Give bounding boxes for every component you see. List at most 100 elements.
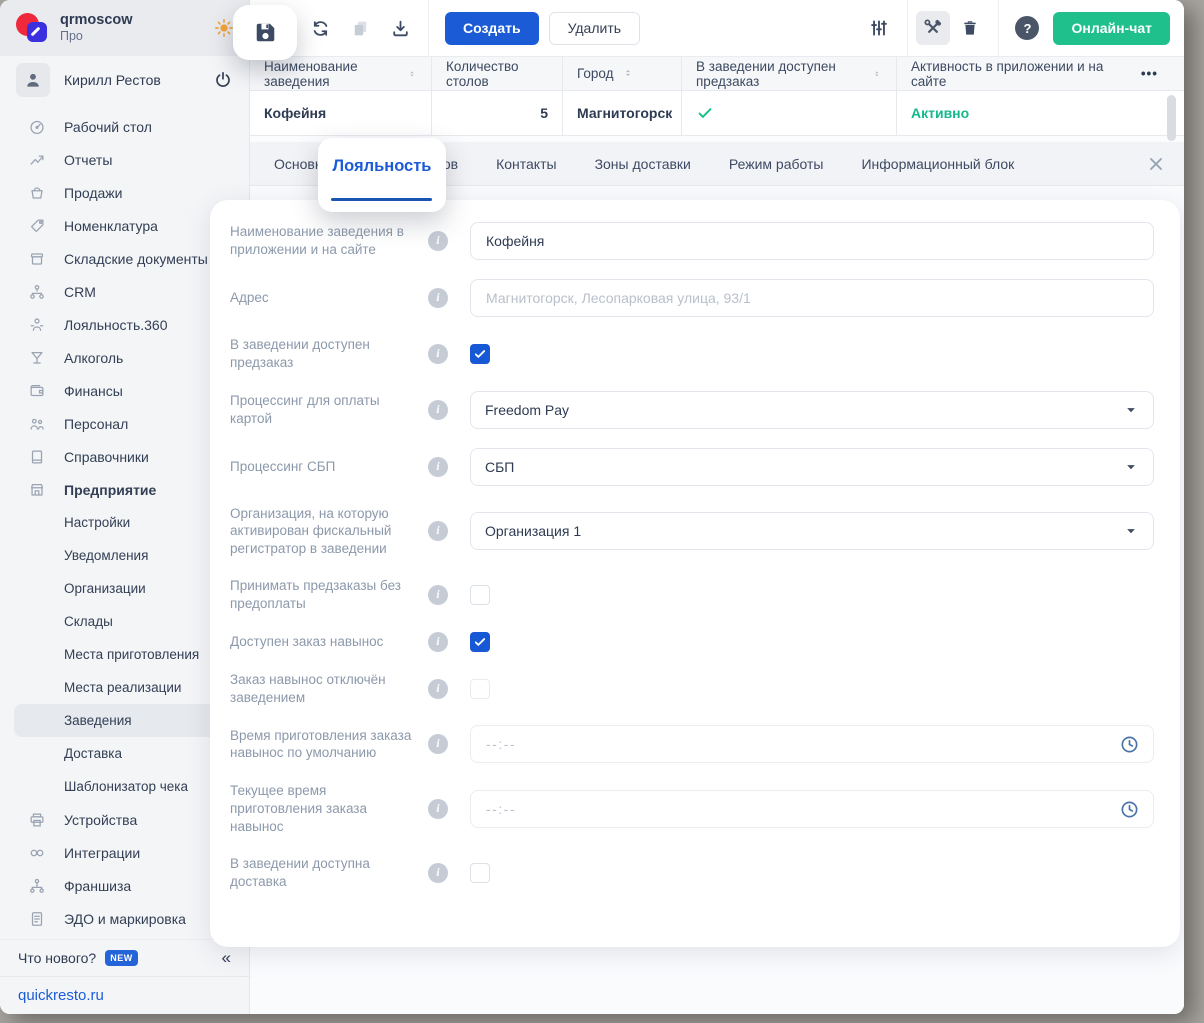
- filter-sliders-icon[interactable]: [865, 14, 893, 42]
- toolbar-divider: [998, 0, 1000, 57]
- info-icon[interactable]: i: [428, 343, 448, 364]
- people-icon: [28, 415, 46, 433]
- takeaway-available-checkbox[interactable]: [470, 631, 490, 652]
- whats-new-link[interactable]: Что нового?: [18, 950, 96, 966]
- venue-form-panel: Наименование заведения в приложении и на…: [210, 200, 1180, 947]
- app-logo-icon: [16, 11, 50, 45]
- delete-button[interactable]: Удалить: [548, 11, 641, 45]
- collapse-sidebar-icon[interactable]: «: [222, 948, 231, 968]
- sort-icon[interactable]: [622, 67, 634, 81]
- save-floppy-icon: [256, 23, 274, 42]
- download-button[interactable]: [386, 14, 414, 42]
- info-icon[interactable]: i: [428, 288, 448, 308]
- basket-icon: [28, 184, 46, 202]
- online-chat-button[interactable]: Онлайн-чат: [1053, 11, 1170, 45]
- sbp-processing-select[interactable]: СБП: [470, 447, 1154, 486]
- sidebar-footer: Что нового? NEW « quickresto.ru: [0, 939, 249, 1014]
- current-takeaway-time-input[interactable]: --:--: [470, 790, 1154, 829]
- info-icon[interactable]: i: [428, 584, 448, 605]
- info-icon[interactable]: i: [428, 799, 448, 820]
- tables-count-cell: 5: [432, 91, 563, 135]
- tab-loyalty-active[interactable]: Лояльность: [318, 138, 446, 212]
- venue-name-input[interactable]: [470, 222, 1154, 260]
- clock-icon: [1121, 736, 1138, 753]
- sidebar-header: qrmoscow Про: [0, 0, 249, 56]
- vertical-scrollbar-thumb[interactable]: [1167, 95, 1176, 141]
- info-icon[interactable]: i: [428, 456, 448, 477]
- venue-name-cell: Кофейня: [250, 91, 432, 135]
- user-name: Кирилл Рестов: [64, 72, 161, 88]
- form-row: Время приготовления заказа навынос по ум…: [230, 725, 1154, 764]
- delivery-available-checkbox[interactable]: [470, 862, 490, 883]
- refresh-button[interactable]: [306, 14, 334, 42]
- fiscal-organization-select[interactable]: Организация 1: [470, 512, 1154, 551]
- form-row: Организация, на которую активирован фиск…: [230, 505, 1154, 558]
- hierarchy-icon: [28, 877, 46, 895]
- network-icon: [28, 283, 46, 301]
- preorder-available-checkbox[interactable]: [470, 343, 490, 364]
- help-icon[interactable]: ?: [1015, 16, 1040, 40]
- storefront-icon: [28, 481, 46, 499]
- form-row: Наименование заведения в приложении и на…: [230, 222, 1154, 260]
- tab-info-block[interactable]: Информационный блок: [861, 156, 1014, 172]
- reports-icon: [28, 151, 46, 169]
- tools-button[interactable]: [916, 11, 951, 45]
- info-icon[interactable]: i: [428, 231, 448, 251]
- box-icon: [28, 250, 46, 268]
- form-row: Принимать предзаказы без предоплаты i: [230, 577, 1154, 613]
- info-icon[interactable]: i: [428, 521, 448, 542]
- form-row: В заведении доступен предзаказ i: [230, 336, 1154, 372]
- book-icon: [28, 448, 46, 466]
- create-button[interactable]: Создать: [445, 11, 539, 45]
- form-row: Текущее время приготовления заказа навын…: [230, 782, 1154, 835]
- form-row: Адрес i: [230, 279, 1154, 317]
- default-takeaway-time-input[interactable]: --:--: [470, 725, 1154, 764]
- card-processing-select[interactable]: Freedom Pay: [470, 390, 1154, 429]
- new-badge: NEW: [105, 950, 138, 966]
- info-icon[interactable]: i: [428, 399, 448, 420]
- toolbar: Создать Удалить ? Онлайн-чат: [250, 0, 1184, 57]
- chevron-down-icon: [1127, 407, 1135, 412]
- site-link[interactable]: quickresto.ru: [0, 976, 249, 1014]
- toolbar-divider: [428, 0, 429, 57]
- tag-icon: [28, 217, 46, 235]
- table-header: Наименование заведения Количество столов…: [250, 57, 1184, 91]
- sidebar-item-dashboard[interactable]: Рабочий стол: [0, 110, 249, 143]
- sort-icon[interactable]: [872, 67, 882, 81]
- app-window: qrmoscow Про Кирилл Рестов Рабочий стол: [0, 0, 1184, 1014]
- city-cell: Магнитогорск: [563, 91, 682, 135]
- logout-power-icon[interactable]: [213, 70, 233, 90]
- info-icon[interactable]: i: [428, 862, 448, 883]
- theme-sun-icon[interactable]: [213, 17, 235, 39]
- sidebar-item-reports[interactable]: Отчеты: [0, 143, 249, 176]
- chevron-down-icon: [1127, 529, 1135, 534]
- infinity-icon: [28, 844, 46, 862]
- person-icon: [28, 316, 46, 334]
- info-icon[interactable]: i: [428, 734, 448, 755]
- close-icon[interactable]: [1146, 154, 1166, 174]
- user-row[interactable]: Кирилл Рестов: [0, 56, 249, 104]
- form-row: Процессинг СБП i СБП: [230, 447, 1154, 486]
- tab-working-hours[interactable]: Режим работы: [729, 156, 824, 172]
- column-settings-button[interactable]: •••: [1141, 66, 1170, 81]
- document-icon: [28, 910, 46, 928]
- preorder-without-prepay-checkbox[interactable]: [470, 584, 490, 605]
- tab-contacts[interactable]: Контакты: [496, 156, 556, 172]
- sidebar-item-sales[interactable]: Продажи: [0, 176, 249, 209]
- copy-button[interactable]: [346, 14, 374, 42]
- plan-label: Про: [60, 29, 83, 44]
- trash-button[interactable]: [956, 14, 984, 42]
- form-row: Процессинг для оплаты картой i Freedom P…: [230, 390, 1154, 429]
- info-icon[interactable]: i: [428, 678, 448, 699]
- form-row: Доступен заказ навынос i: [230, 631, 1154, 652]
- save-button[interactable]: [233, 5, 297, 60]
- clock-icon: [1121, 801, 1138, 818]
- address-input[interactable]: [470, 279, 1154, 317]
- table-row[interactable]: Кофейня 5 Магнитогорск Активно: [250, 91, 1184, 136]
- takeaway-disabled-checkbox[interactable]: [470, 678, 490, 699]
- printer-icon: [28, 811, 46, 829]
- info-icon[interactable]: i: [428, 631, 448, 652]
- sort-icon[interactable]: [407, 67, 417, 81]
- tab-delivery-zones[interactable]: Зоны доставки: [595, 156, 691, 172]
- dashboard-icon: [28, 118, 46, 136]
